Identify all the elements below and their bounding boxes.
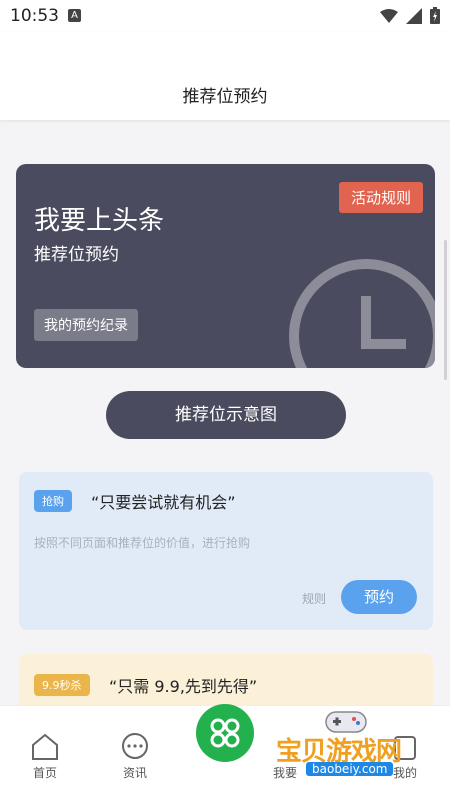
hero-headline: 我要上头条 [34,206,165,236]
recommend-diagram-button[interactable]: 推荐位示意图 [106,391,346,439]
rules-link[interactable]: 规则 [302,590,326,607]
clock-icon [289,259,435,368]
apps-icon [210,718,240,748]
home-icon [32,733,58,760]
status-bar: 10:53 A [0,0,450,32]
status-icons [380,7,440,24]
center-apps-button[interactable] [196,704,254,762]
signal-icon [406,7,422,24]
card-slogan: “只需 9.9,先到先得” [109,677,258,696]
system-nav-bar [0,782,450,800]
chat-icon [122,733,148,759]
status-time: 10:53 [10,6,59,26]
card-description: 按照不同页面和推荐位的价值，进行抢购 [34,536,251,550]
page-header: 推荐位预约 [0,32,450,120]
hero-subhead: 推荐位预约 [34,245,119,265]
activity-rules-button[interactable]: 活动规则 [338,182,423,213]
hero-banner: 我要上头条 推荐位预约 活动规则 我的预约纪录 [16,164,435,368]
site-watermark: 宝贝游戏网 baobeiy.com [276,707,426,782]
flash-sale-tag: 9.9秒杀 [34,674,90,696]
notification-icon: A [68,9,81,22]
tab-news-label: 资讯 [122,766,147,780]
card-slogan: “只要尝试就有机会” [91,493,236,512]
reserve-button[interactable]: 预约 [341,580,417,614]
my-records-button[interactable]: 我的预约纪录 [34,309,138,341]
page-title: 推荐位预约 [182,87,268,107]
scrollbar[interactable] [444,240,447,380]
rush-buy-card: 抢购 “只要尝试就有机会” 按照不同页面和推荐位的价值，进行抢购 规则 预约 [19,472,433,630]
wifi-icon [380,8,398,23]
battery-icon [430,7,440,24]
rush-buy-tag: 抢购 [34,490,72,512]
watermark-url: baobeiy.com [306,762,394,776]
tab-home-label: 首页 [32,766,57,780]
